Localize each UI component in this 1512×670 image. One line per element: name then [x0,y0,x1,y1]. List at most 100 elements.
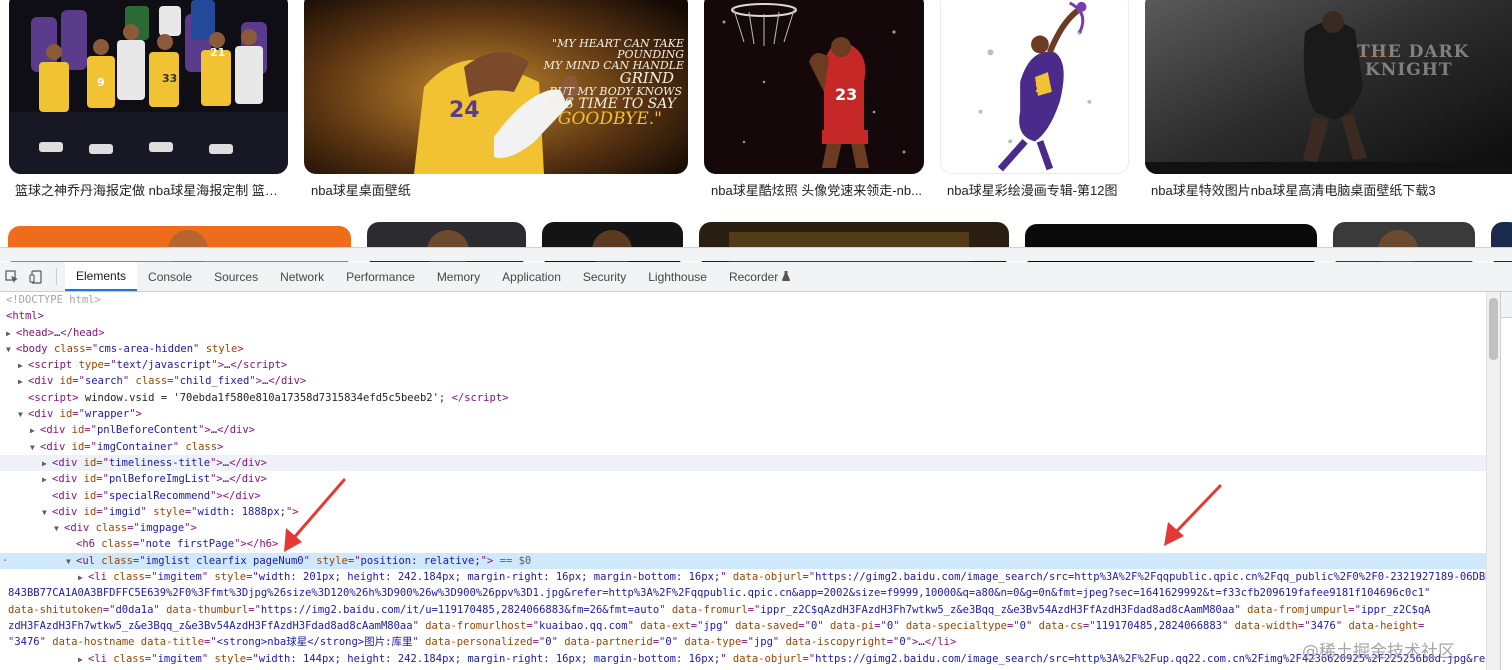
device-toolbar-icon[interactable] [24,262,48,291]
attr-value: specialRecommend [108,489,211,502]
devtools-resize-handle[interactable] [0,247,1512,261]
attr-value: jpg [753,636,773,649]
attr-value: ippr_z2C$qAzdH3FAzdH3Fh7wtkw5_z&e3Bqq_z&… [760,603,1235,616]
expand-arrow-icon[interactable]: ▶ [18,374,28,390]
elements-dom-tree[interactable]: <!DOCTYPE html> <html> ▶ <head>…</head> ▼… [0,292,1486,670]
dom-node-script[interactable]: ▶ <script type="text/javascript">…</scrip… [0,357,1486,373]
dom-node-li-imgitem[interactable]: ▶ <li class="imgitem" style="width: 144px… [0,651,1486,667]
side-panel-header [1501,292,1512,318]
inspect-element-icon[interactable] [0,262,24,291]
attr-value: imgitem [157,652,202,665]
dark-knight-image [1145,0,1512,174]
expand-arrow-icon[interactable]: ▶ [6,326,16,342]
result-image-jordan-dunk[interactable]: 23 [704,0,924,174]
dom-node-doctype[interactable]: <!DOCTYPE html> [0,292,1486,308]
dom-node-imgid[interactable]: ▼ <div id="imgid" style="width: 1888px;"> [0,504,1486,520]
result-image-team-photo[interactable]: 9 33 21 [9,0,288,174]
attr-value: 843BB77CA1A0A3BFDFFC5E639%2F0%3Ffmt%3Djp… [8,587,1431,600]
collapse-arrow-icon[interactable]: ▼ [6,342,16,358]
doctype-text: <!DOCTYPE html> [6,294,101,306]
attr-value: timeliness-title [108,456,211,469]
result-image-kobe-painting[interactable]: 24 [940,0,1129,174]
expand-arrow-icon[interactable]: ▶ [18,358,28,374]
dom-node-body[interactable]: ▼ <body class="cms-area-hidden" style> [0,341,1486,357]
dom-node-search[interactable]: ▶ <div id="search" class="child_fixed">…<… [0,373,1486,389]
collapse-arrow-icon[interactable]: ▼ [30,440,40,456]
tab-lighthouse[interactable]: Lighthouse [637,262,718,291]
tab-performance[interactable]: Performance [335,262,426,291]
result-image-dark-knight[interactable]: THE DARK KNIGHT [1145,0,1512,174]
result-image-kobe-quote[interactable]: 24 "MY HEART CAN TAKE POUNDING MY MIND C… [304,0,688,174]
dom-node-timeliness[interactable]: ▶ <div id="timeliness-title">…</div> [0,454,1486,472]
quote-line: GRIND [619,69,674,87]
result-caption[interactable]: nba球星特效图片nba球星高清电脑桌面壁纸下载3 [1151,180,1451,199]
attr-value: wrapper [84,408,130,421]
expand-arrow-icon[interactable]: ▶ [42,456,52,472]
expand-arrow-icon[interactable]: ▶ [78,570,88,586]
tree-scrollbar[interactable] [1486,292,1500,670]
scrollbar-thumb[interactable] [1489,298,1498,360]
tab-application[interactable]: Application [491,262,572,291]
dom-node-pnl-before-content[interactable]: ▶ <div id="pnlBeforeContent">…</div> [0,422,1486,438]
attr-value: https://img2.baidu.com/it/u=119170485,28… [260,603,660,616]
result-caption[interactable]: nba球星彩绘漫画专辑-第12图 [947,180,1129,199]
styles-side-panel[interactable] [1500,292,1512,670]
tab-memory[interactable]: Memory [426,262,491,291]
dom-node-head[interactable]: ▶ <head>…</head> [0,325,1486,341]
dom-node-imgpage[interactable]: ▼ <div class="imgpage"> [0,520,1486,536]
collapse-arrow-icon[interactable]: ▼ [18,407,28,423]
attr-value: child_fixed [179,375,250,388]
team-photo-image: 9 33 21 [9,0,288,174]
jordan-dunk-image: 23 [704,0,924,174]
dom-node-wrapper[interactable]: ▼ <div id="wrapper"> [0,406,1486,422]
tab-security[interactable]: Security [572,262,637,291]
collapse-arrow-icon[interactable]: ▼ [66,554,76,570]
dom-node-pnl-before-imglist[interactable]: ▶ <div id="pnlBeforeImgList">…</div> [0,471,1486,487]
tab-recorder[interactable]: Recorder [718,262,801,291]
tab-sources[interactable]: Sources [203,262,269,291]
result-caption[interactable]: 篮球之神乔丹海报定做 nba球星海报定制 篮球... [15,180,283,199]
attr-value: 3476 [1310,619,1336,632]
attr-value: 119170485,2824066883 [1095,619,1222,632]
dom-node-ul-selected[interactable]: · ▼ <ul class="imglist clearfix pageNum0" … [0,552,1486,570]
attr-value: text/javascript [116,359,212,372]
attr-value: imglist clearfix pageNum0 [145,554,304,567]
dom-node-li-imgitem[interactable]: ▶ <li class="imgitem" style="width: 201px… [0,569,1486,650]
attr-value: imgpage [139,522,185,535]
collapse-arrow-icon[interactable]: ▼ [42,505,52,521]
expand-arrow-icon[interactable]: ▶ [30,423,40,439]
red-arrow-icon [1164,484,1222,546]
tab-console[interactable]: Console [137,262,203,291]
dom-node-img-container[interactable]: ▼ <div id="imgContainer" class> [0,439,1486,455]
result-caption[interactable]: nba球星酷炫照 头像党速来领走-nb... [711,180,923,199]
dom-node-script-vsid[interactable]: <script> window.vsid = '70ebda1f580e810a… [0,390,1486,406]
selected-node-marker: == $0 [493,554,532,567]
svg-text:24: 24 [1035,82,1051,95]
watermark: @稀土掘金技术社区 [1302,642,1455,662]
attr-value: jpg [703,619,723,632]
dom-node-special-recommend[interactable]: <div id="specialRecommend"></div> [0,488,1486,504]
image-results-page: 9 33 21 24 "MY HEART CAN TAKE POUNDING M… [0,0,1512,262]
expand-arrow-icon[interactable]: ▶ [42,472,52,488]
collapse-arrow-icon[interactable]: ▼ [54,521,64,537]
result-caption[interactable]: nba球星桌面壁纸 [311,180,611,199]
attr-value: d0da1a [115,603,154,616]
attr-value: imgitem [157,571,202,584]
devtools-toolbar: Elements Console Sources Network Perform… [0,262,1512,292]
svg-text:9: 9 [97,76,105,89]
attr-value: kuaibao.qq.com [539,619,628,632]
dom-node-h6[interactable]: <h6 class="note firstPage"></h6> [0,536,1486,552]
tab-elements[interactable]: Elements [65,262,138,291]
dark-knight-text: THE DARK KNIGHT [1357,43,1469,80]
dark-knight-line: KNIGHT [1365,59,1453,80]
svg-text:24: 24 [449,98,480,123]
tab-network[interactable]: Network [269,262,335,291]
svg-text:21: 21 [210,46,225,59]
ellipsis-icon[interactable]: · [2,553,8,569]
svg-text:33: 33 [162,72,177,85]
expand-arrow-icon[interactable]: ▶ [78,652,88,668]
attr-value: zdH3FAzdH3Fh7wtkw5_z&e3Bqq_z&e3Bv54AzdH3… [8,619,413,632]
dom-node-html[interactable]: <html> [0,308,1486,324]
attr-value: note firstPage [145,538,235,551]
attr-value: 图片:库里 [364,636,413,649]
